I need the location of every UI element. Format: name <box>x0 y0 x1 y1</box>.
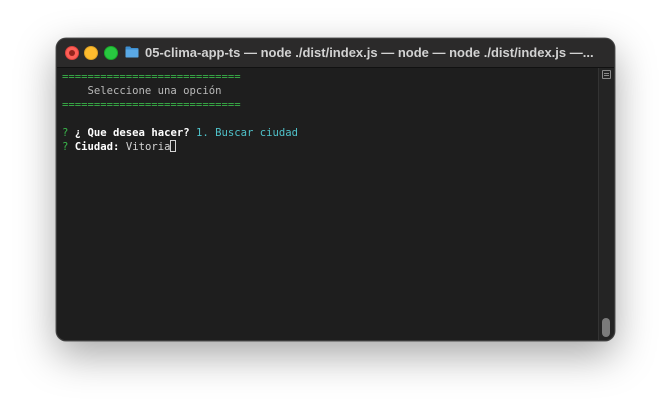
separator-top: ============================ <box>62 71 241 83</box>
scroll-thumb[interactable] <box>602 318 610 337</box>
question-mark: ? <box>62 127 69 139</box>
menu-title: Seleccione una opción <box>62 85 222 97</box>
scrollbar[interactable] <box>598 68 614 340</box>
prompt-answer: 1. Buscar ciudad <box>195 127 299 139</box>
folder-icon <box>125 46 139 58</box>
minimize-button[interactable] <box>84 46 98 60</box>
prompt-line-city: ? Ciudad: Vitoria <box>62 140 598 154</box>
terminal-output[interactable]: ============================ Seleccione … <box>57 68 598 340</box>
separator-bottom: ============================ <box>62 99 241 111</box>
prompt-label: Ciudad: <box>74 141 120 153</box>
terminal-window: 05-clima-app-ts — node ./dist/index.js —… <box>56 38 615 341</box>
question-mark: ? <box>62 141 69 153</box>
text-cursor <box>170 140 177 152</box>
city-input[interactable]: Vitoria <box>126 141 171 153</box>
close-icon <box>69 50 75 56</box>
close-button[interactable] <box>65 46 79 60</box>
prompt-line-action: ? ¿ Que desea hacer? 1. Buscar ciudad <box>62 126 598 140</box>
title-bar[interactable]: 05-clima-app-ts — node ./dist/index.js —… <box>57 39 614 68</box>
window-title: 05-clima-app-ts — node ./dist/index.js —… <box>145 45 594 60</box>
prompt-label: ¿ Que desea hacer? <box>74 127 190 139</box>
scroll-marks-icon[interactable] <box>602 70 611 79</box>
maximize-button[interactable] <box>104 46 118 60</box>
